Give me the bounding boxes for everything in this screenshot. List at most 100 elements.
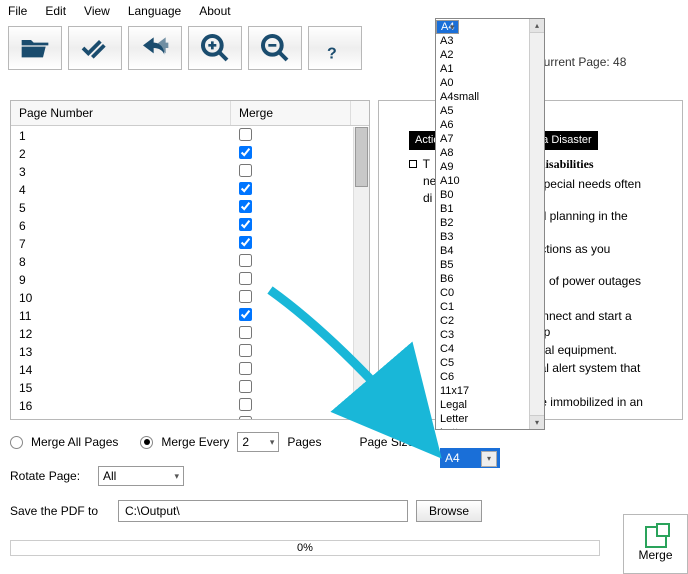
- dropdown-list: A4A3A2A1A0A4smallA5A6A7A8A9A10B0B1B2B3B4…: [436, 19, 544, 429]
- merge-checkbox[interactable]: [239, 290, 252, 303]
- table-row[interactable]: 13: [11, 343, 353, 361]
- table-row[interactable]: 15: [11, 379, 353, 397]
- open-button[interactable]: [8, 26, 62, 70]
- dropdown-item[interactable]: C6: [436, 370, 544, 384]
- dropdown-item[interactable]: C4: [436, 342, 544, 356]
- merge-icon: [645, 526, 667, 548]
- page-size-dropdown[interactable]: A4A3A2A1A0A4smallA5A6A7A8A9A10B0B1B2B3B4…: [435, 18, 545, 430]
- table-row[interactable]: 10: [11, 289, 353, 307]
- table-scrollbar[interactable]: [353, 127, 369, 419]
- menu-about[interactable]: About: [199, 4, 230, 18]
- check-all-button[interactable]: [68, 26, 122, 70]
- merge-checkbox[interactable]: [239, 146, 252, 159]
- dropdown-item[interactable]: C3: [436, 328, 544, 342]
- merge-checkbox[interactable]: [239, 218, 252, 231]
- table-row[interactable]: 6: [11, 217, 353, 235]
- undo-button[interactable]: [128, 26, 182, 70]
- dropdown-item[interactable]: A2: [436, 48, 544, 62]
- table-row[interactable]: 4: [11, 181, 353, 199]
- dropdown-item[interactable]: A6: [436, 118, 544, 132]
- col-merge[interactable]: Merge: [231, 101, 351, 125]
- help-button[interactable]: ?: [308, 26, 362, 70]
- merge-checkbox[interactable]: [239, 272, 252, 285]
- save-path-input[interactable]: [118, 500, 408, 522]
- dropdown-item[interactable]: C5: [436, 356, 544, 370]
- dropdown-item[interactable]: Legal: [436, 398, 544, 412]
- dropdown-item[interactable]: A7: [436, 132, 544, 146]
- menu-file[interactable]: File: [8, 4, 27, 18]
- menu-bar: File Edit View Language About: [0, 0, 688, 22]
- dropdown-item[interactable]: Lettersma: [436, 426, 544, 429]
- dropdown-item[interactable]: A0: [436, 76, 544, 90]
- table-row[interactable]: 1: [11, 127, 353, 145]
- merge-button[interactable]: Merge: [623, 514, 688, 574]
- merge-checkbox[interactable]: [239, 344, 252, 357]
- merge-checkbox[interactable]: [239, 128, 252, 141]
- merge-checkbox[interactable]: [239, 182, 252, 195]
- dropdown-item[interactable]: B6: [436, 272, 544, 286]
- dropdown-item[interactable]: C2: [436, 314, 544, 328]
- menu-edit[interactable]: Edit: [45, 4, 66, 18]
- merge-checkbox[interactable]: [239, 362, 252, 375]
- dropdown-item[interactable]: A4small: [436, 90, 544, 104]
- dropdown-item[interactable]: A1: [436, 62, 544, 76]
- menu-language[interactable]: Language: [128, 4, 181, 18]
- table-row[interactable]: 14: [11, 361, 353, 379]
- table-row[interactable]: 2: [11, 145, 353, 163]
- rotate-select[interactable]: All: [98, 466, 184, 486]
- page-size-select[interactable]: A4: [440, 448, 500, 468]
- dropdown-item[interactable]: C1: [436, 300, 544, 314]
- page-table: Page Number Merge 1234567891011121314151…: [10, 100, 370, 420]
- merge-checkbox[interactable]: [239, 236, 252, 249]
- dropdown-item[interactable]: B3: [436, 230, 544, 244]
- table-row[interactable]: 8: [11, 253, 353, 271]
- merge-all-radio[interactable]: [10, 436, 23, 449]
- dropdown-item[interactable]: C0: [436, 286, 544, 300]
- merge-checkbox[interactable]: [239, 164, 252, 177]
- merge-checkbox[interactable]: [239, 416, 252, 419]
- dropdown-item[interactable]: A4: [436, 20, 459, 34]
- dropdown-item[interactable]: A3: [436, 34, 544, 48]
- dropdown-item[interactable]: B4: [436, 244, 544, 258]
- dropdown-item[interactable]: A10: [436, 174, 544, 188]
- table-row[interactable]: 9: [11, 271, 353, 289]
- browse-button[interactable]: Browse: [416, 500, 482, 522]
- col-page-number[interactable]: Page Number: [11, 101, 231, 125]
- dropdown-scrollbar[interactable]: ▴▾: [529, 19, 544, 429]
- merge-checkbox[interactable]: [239, 200, 252, 213]
- dropdown-item[interactable]: A9: [436, 160, 544, 174]
- zoom-in-button[interactable]: [188, 26, 242, 70]
- zoom-out-button[interactable]: [248, 26, 302, 70]
- table-row[interactable]: 3: [11, 163, 353, 181]
- svg-text:?: ?: [327, 46, 337, 63]
- current-page-label: Current Page: 48: [535, 55, 626, 69]
- merge-every-radio[interactable]: [140, 436, 153, 449]
- menu-view[interactable]: View: [84, 4, 110, 18]
- controls: Merge All Pages Merge Every 2 Pages Page…: [10, 432, 678, 536]
- table-row[interactable]: 7: [11, 235, 353, 253]
- dropdown-item[interactable]: 11x17: [436, 384, 544, 398]
- dropdown-item[interactable]: B5: [436, 258, 544, 272]
- dropdown-item[interactable]: A5: [436, 104, 544, 118]
- dropdown-item[interactable]: B1: [436, 202, 544, 216]
- table-row[interactable]: 16: [11, 397, 353, 415]
- merge-checkbox[interactable]: [239, 326, 252, 339]
- dropdown-item[interactable]: Letter: [436, 412, 544, 426]
- merge-checkbox[interactable]: [239, 254, 252, 267]
- table-body: 1234567891011121314151617: [11, 127, 353, 419]
- table-row[interactable]: 17: [11, 415, 353, 419]
- save-label: Save the PDF to: [10, 504, 110, 518]
- page-size-label: Page Size:: [359, 435, 417, 449]
- dropdown-item[interactable]: B2: [436, 216, 544, 230]
- merge-checkbox[interactable]: [239, 380, 252, 393]
- dropdown-item[interactable]: A8: [436, 146, 544, 160]
- merge-checkbox[interactable]: [239, 398, 252, 411]
- table-row[interactable]: 12: [11, 325, 353, 343]
- merge-every-select[interactable]: 2: [237, 432, 279, 452]
- table-row[interactable]: 11: [11, 307, 353, 325]
- table-row[interactable]: 5: [11, 199, 353, 217]
- dropdown-item[interactable]: B0: [436, 188, 544, 202]
- merge-checkbox[interactable]: [239, 308, 252, 321]
- rotate-label: Rotate Page:: [10, 469, 90, 483]
- progress: 0%: [10, 540, 600, 556]
